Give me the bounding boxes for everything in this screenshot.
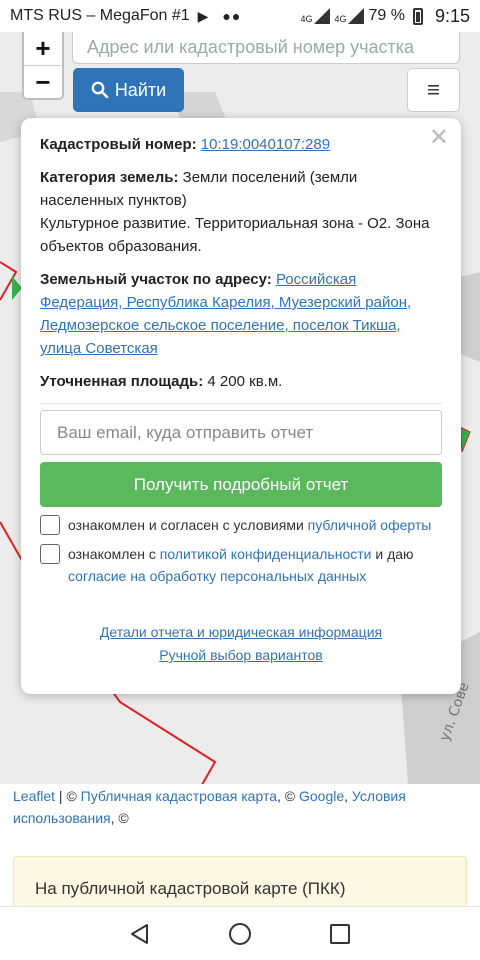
back-triangle-icon [131,923,148,944]
hamburger-icon: ≡ [427,77,440,102]
google-link[interactable]: Google [299,788,344,804]
zoom-in-button[interactable]: + [24,32,62,65]
home-button[interactable] [220,914,260,954]
back-button[interactable] [120,914,160,954]
find-button[interactable]: Найти [73,68,184,112]
offer-consent-row: ознакомлен и согласен с условиями публич… [40,514,442,536]
zone-text: Культурное развитие. Территориальная зон… [40,215,430,255]
address-block: Земельный участок по адресу: Российская … [40,268,442,360]
battery-icon [412,7,423,25]
privacy-consent-text-1: ознакомлен с [68,546,156,562]
search-icon [91,81,109,99]
signal-icon-2: 4G [334,8,365,24]
attribution-sep: | © [55,788,81,804]
address-label: Земельный участок по адресу: [40,271,272,288]
category-label: Категория земель: [40,169,179,186]
area-value: 4 200 кв.м. [207,373,283,390]
data-processing-consent-link[interactable]: согласие на обработку персональных данны… [68,568,366,584]
home-circle-icon [229,922,251,945]
area-label: Уточненная площадь: [40,373,204,390]
carrier-name: MTS RUS – MegaFon #1 [10,7,190,24]
zoom-out-button[interactable]: − [24,65,62,98]
public-offer-link[interactable]: публичной оферты [308,517,432,533]
privacy-consent-checkbox[interactable] [40,544,60,564]
search-placeholder: Адрес или кадастровый номер участка [87,37,415,57]
attribution-sep: , © [277,788,299,804]
get-report-button[interactable]: Получить подробный отчет [40,462,442,507]
privacy-consent-text-2: и даю [375,546,414,562]
email-field[interactable]: Ваш email, куда отправить отчет [40,410,442,455]
leaflet-link[interactable]: Leaflet [13,788,55,804]
cadastral-label: Кадастровый номер: [40,136,197,153]
status-bar: MTS RUS – MegaFon #1 ▶ ●● 4G 4G 79 % 9:1… [0,0,480,32]
privacy-consent-row: ознакомлен с политикой конфиденциальност… [40,543,442,587]
divider [40,403,442,404]
recents-square-icon [330,923,350,944]
recents-button[interactable] [320,914,360,954]
attribution-sep: , © [110,810,129,826]
battery-percent: 79 % [368,7,405,24]
pkk-note-text: На публичной кадастровой карте (ПКК) [35,879,346,898]
popup-footer-links: Детали отчета и юридическая информация Р… [40,621,442,667]
email-placeholder: Ваш email, куда отправить отчет [57,423,314,442]
privacy-policy-link[interactable]: политикой конфиденциальности [160,546,372,562]
menu-button[interactable]: ≡ [407,68,460,112]
zoom-control: + − [22,32,64,100]
find-button-label: Найти [114,79,167,100]
search-input[interactable]: Адрес или кадастровый номер участка [72,32,460,64]
report-details-link[interactable]: Детали отчета и юридическая информация [100,624,382,640]
attribution-sep: , [344,788,352,804]
map-attribution: Leaflet | © Публичная кадастровая карта,… [0,784,480,832]
offer-consent-checkbox[interactable] [40,515,60,535]
system-nav-bar [0,906,480,960]
area-row: Уточненная площадь: 4 200 кв.м. [40,370,442,393]
notification-dots-icon: ●● [222,8,242,24]
offer-consent-text: ознакомлен и согласен с условиями [68,517,304,533]
manual-selection-link[interactable]: Ручной выбор вариантов [159,647,323,663]
close-icon[interactable]: ✕ [429,126,449,150]
clock: 9:15 [434,5,470,26]
cadastral-number-link[interactable]: 10:19:0040107:289 [201,136,330,153]
media-play-icon: ▶ [197,7,209,24]
signal-icon-1: 4G [300,8,331,24]
pkk-link[interactable]: Публичная кадастровая карта [81,788,277,804]
cadastral-number-row: Кадастровый номер: 10:19:0040107:289 [40,133,442,156]
parcel-info-popup: ✕ Кадастровый номер: 10:19:0040107:289 К… [21,118,461,694]
land-category-block: Категория земель: Земли поселений (земли… [40,166,442,258]
